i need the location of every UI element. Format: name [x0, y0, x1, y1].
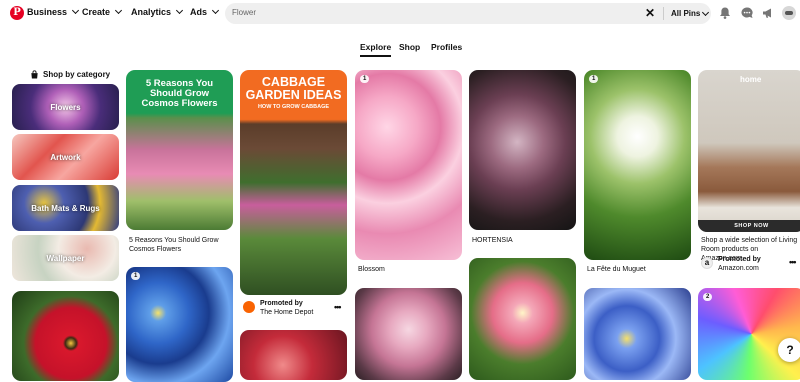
pin-lily-of-the-valley[interactable]: 1	[584, 70, 691, 260]
pin-blossom-badge: 1	[360, 75, 370, 83]
category-bath-mats-rugs[interactable]: Bath Mats & Rugs	[12, 185, 119, 231]
pin-amazon-advertiser[interactable]: Amazon.com	[718, 264, 759, 273]
tab-explore[interactable]: Explore	[360, 42, 392, 57]
shop-by-category-label: Shop by category	[43, 70, 111, 79]
category-bath-mats-rugs-label: Bath Mats & Rugs	[31, 203, 100, 213]
pin-forget-me-nots-badge: 1	[131, 272, 141, 280]
pin-cabbage-subtitle: HOW TO GROW CABBAGE	[257, 104, 330, 111]
pin-hortensia[interactable]	[469, 70, 576, 230]
pinterest-logo[interactable]: P	[10, 6, 24, 20]
category-wallpaper[interactable]: Wallpaper	[12, 235, 119, 281]
avatar-glyph	[785, 11, 793, 15]
shop-by-category-heading: Shop by category	[30, 70, 110, 79]
pin-pink-succulent[interactable]	[355, 288, 462, 380]
messages-icon[interactable]	[740, 6, 754, 20]
pin-forget-me-nots[interactable]: 1	[126, 267, 233, 382]
chevron-down-icon	[71, 6, 80, 15]
clear-search-icon[interactable]: ✕	[645, 6, 655, 20]
search-input[interactable]	[232, 8, 632, 17]
shopping-bag-icon	[31, 70, 38, 79]
pin-lily-caption: La Fête du Muguet	[587, 266, 646, 273]
pin-blue-daisies[interactable]	[584, 288, 691, 380]
pin-cosmos-flowers[interactable]: 5 Reasons You Should Grow Cosmos Flowers	[126, 70, 233, 230]
pin-lily-badge: 1	[589, 75, 599, 83]
pin-cosmos-caption-line2: Cosmos Flowers	[129, 246, 182, 253]
chevron-down-icon	[175, 6, 184, 15]
pin-cosmos-overlay-title: 5 Reasons You Should Grow Cosmos Flowers	[130, 79, 229, 109]
chevron-down-icon	[114, 6, 123, 15]
pin-rainbow-badge: 2	[703, 293, 713, 301]
nav-business[interactable]: Business	[27, 6, 80, 17]
pin-cabbage-promoted-label: Promoted by	[260, 300, 303, 307]
nav-create-label: Create	[82, 7, 111, 17]
pin-amazon-home[interactable]: home SHOP NOW	[698, 70, 800, 232]
nav-ads[interactable]: Ads	[190, 6, 220, 17]
chevron-down-icon	[211, 6, 220, 15]
amazon-logo[interactable]: a	[701, 257, 713, 269]
amazon-home-brand: home	[740, 75, 762, 84]
pin-cabbage-overlay-title: CABBAGE GARDEN IDEAS HOW TO GROW CABBAGE	[244, 75, 343, 111]
bell-icon[interactable]	[718, 6, 732, 20]
pin-cabbage-more-menu-icon[interactable]: •••	[334, 302, 342, 312]
category-flowers[interactable]: Flowers	[12, 84, 119, 130]
nav-analytics[interactable]: Analytics	[131, 6, 184, 17]
help-button[interactable]: ?	[778, 338, 800, 362]
pin-amazon-promoted-label: Promoted by	[718, 256, 761, 263]
nav-business-label: Business	[27, 7, 68, 17]
pin-blossom[interactable]: 1	[355, 70, 462, 260]
search-tabs: Explore Shop Profiles	[0, 42, 800, 62]
search-divider	[663, 7, 664, 20]
tab-profiles[interactable]: Profiles	[431, 42, 462, 52]
search-bar: ✕ All Pins	[225, 3, 711, 24]
megaphone-icon[interactable]	[761, 6, 775, 20]
category-flowers-label: Flowers	[50, 102, 81, 112]
category-artwork[interactable]: Artwork	[12, 134, 119, 180]
category-wallpaper-label: Wallpaper	[46, 253, 85, 263]
pin-rainbow-roses[interactable]: 2	[698, 288, 800, 380]
nav-analytics-label: Analytics	[131, 7, 172, 17]
top-bar: P Business Create Analytics Ads ✕ All Pi…	[0, 0, 800, 28]
all-pins-label: All Pins	[671, 9, 701, 18]
pin-cosmos-caption-line1: 5 Reasons You Should Grow	[129, 237, 219, 244]
all-pins-filter[interactable]: All Pins	[671, 8, 710, 18]
nav-ads-label: Ads	[190, 7, 208, 17]
category-artwork-label: Artwork	[50, 152, 81, 162]
pin-hortensia-caption: HORTENSIA	[472, 237, 513, 244]
pin-cosmos-caption: 5 Reasons You Should Grow Cosmos Flowers	[129, 236, 219, 254]
account-avatar[interactable]	[782, 6, 796, 20]
pin-cosmos-title-line3: Cosmos Flowers	[141, 97, 218, 109]
nav-create[interactable]: Create	[82, 6, 123, 17]
tab-shop[interactable]: Shop	[399, 42, 420, 52]
pin-cabbage-title-line2: GARDEN IDEAS	[245, 88, 342, 103]
pin-blossom-caption: Blossom	[358, 266, 385, 273]
pin-cabbage-garden[interactable]: CABBAGE GARDEN IDEAS HOW TO GROW CABBAGE	[240, 70, 347, 295]
pin-lotus[interactable]	[469, 258, 576, 380]
pin-amazon-more-menu-icon[interactable]: •••	[789, 257, 797, 267]
chevron-down-icon	[702, 8, 710, 16]
pin-dahlia[interactable]	[12, 291, 119, 381]
pin-amazon-caption-line1: Shop a wide selection of Living	[701, 237, 798, 244]
pin-amazon-shop-now[interactable]: SHOP NOW	[698, 220, 800, 232]
pin-cabbage-advertiser[interactable]: The Home Depot	[260, 308, 313, 317]
the-home-depot-logo[interactable]	[243, 301, 255, 313]
